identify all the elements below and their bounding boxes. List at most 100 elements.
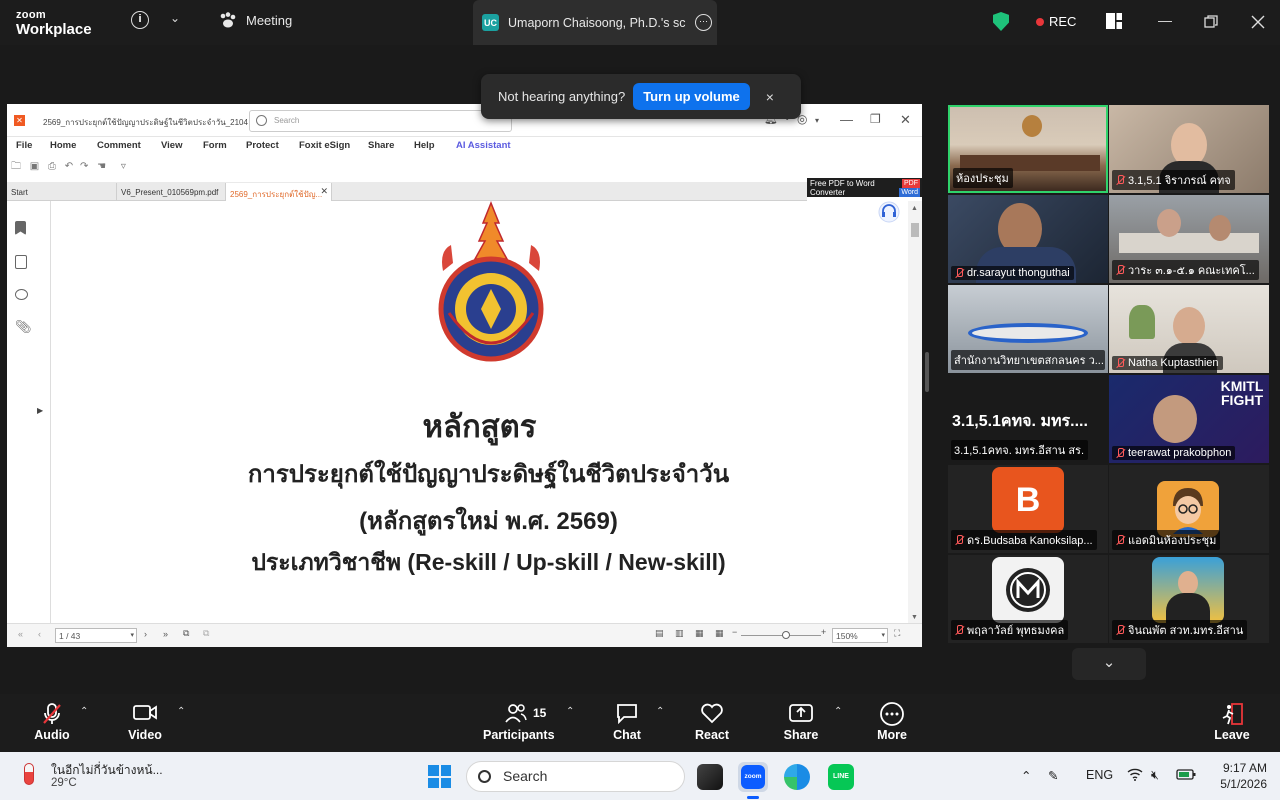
- zoom-slider-track[interactable]: [741, 635, 821, 636]
- account-caret-icon[interactable]: ▾: [815, 116, 819, 125]
- speaker-muted-icon[interactable]: 🔇︎: [1151, 768, 1159, 783]
- video-tile[interactable]: dr.sarayut thonguthai: [948, 195, 1108, 283]
- redo-icon[interactable]: ↷: [80, 161, 88, 172]
- video-tile[interactable]: พฤลาวัลย์ พุทธมงคล: [948, 555, 1108, 643]
- more-button[interactable]: More: [875, 702, 909, 742]
- zoom-slider-handle[interactable]: [782, 631, 790, 639]
- scroll-up-icon[interactable]: ▲: [911, 205, 918, 212]
- customize-caret-icon[interactable]: ▿: [121, 161, 126, 172]
- video-tile[interactable]: 3.1,5.1 จิราภรณ์ คทจ: [1109, 105, 1269, 193]
- tab-v6-present[interactable]: V6_Present_010569pm.pdf: [117, 183, 226, 201]
- print-icon[interactable]: ⎙: [48, 161, 56, 172]
- tab-start[interactable]: Start: [7, 183, 117, 201]
- video-tile[interactable]: สำนักงานวิทยาเขตสกลนคร ว...: [948, 285, 1108, 373]
- meeting-tab[interactable]: Meeting: [218, 12, 292, 28]
- scroll-down-icon[interactable]: ▼: [911, 614, 918, 621]
- video-tile[interactable]: B ดร.Budsaba Kanoksilap...: [948, 465, 1108, 553]
- wifi-icon[interactable]: [1127, 768, 1143, 784]
- pdf-search-box[interactable]: Search: [249, 110, 512, 132]
- windows-start-icon[interactable]: [428, 765, 451, 788]
- hand-tool-icon[interactable]: ☚: [97, 161, 106, 172]
- chat-button[interactable]: Chat: [610, 702, 644, 742]
- audio-button[interactable]: Audio: [33, 702, 71, 742]
- bookmark-icon[interactable]: [15, 221, 26, 235]
- share-caret-icon[interactable]: ⌃: [834, 706, 842, 717]
- close-window-icon[interactable]: [1251, 15, 1265, 29]
- comments-icon[interactable]: [15, 289, 28, 300]
- paste-icon[interactable]: ⧉: [203, 628, 209, 639]
- menu-view[interactable]: View: [161, 140, 182, 151]
- input-language[interactable]: ENG: [1086, 768, 1113, 782]
- participants-caret-icon[interactable]: ⌃: [566, 706, 574, 717]
- line-app-icon[interactable]: LINE: [828, 764, 854, 790]
- video-tile[interactable]: จินณพัต สวท.มทร.อีสาน: [1109, 555, 1269, 643]
- turn-up-volume-button[interactable]: Turn up volume: [633, 83, 750, 110]
- next-page-icon[interactable]: ›: [144, 629, 147, 639]
- menu-help[interactable]: Help: [414, 140, 435, 151]
- facing-view-icon[interactable]: ▦: [695, 628, 704, 639]
- video-button[interactable]: Video: [126, 702, 164, 742]
- share-button[interactable]: Share: [783, 702, 819, 742]
- menu-share[interactable]: Share: [368, 140, 394, 151]
- info-icon[interactable]: i: [131, 11, 149, 29]
- audio-options-caret-icon[interactable]: ⌃: [80, 706, 88, 717]
- video-tile[interactable]: วาระ ๓.๑-๕.๑ คณะเทคโ...: [1109, 195, 1269, 283]
- scrollbar-thumb[interactable]: [911, 223, 919, 237]
- tab-current-doc[interactable]: 2569_การประยุกต์ใช้ปัญ... ✕: [226, 183, 332, 201]
- security-shield-icon[interactable]: [993, 12, 1009, 31]
- participants-button[interactable]: 15 Participants: [483, 702, 555, 742]
- menu-file[interactable]: File: [16, 140, 32, 151]
- edge-browser-icon[interactable]: [784, 764, 810, 790]
- menu-protect[interactable]: Protect: [246, 140, 279, 151]
- language-pen-icon[interactable]: ✎: [1048, 768, 1058, 783]
- video-tile[interactable]: 3.1,5.1คทจ. มทร.... 3.1,5.1คทจ. มทร.อีสา…: [948, 375, 1108, 463]
- screen-share-tab[interactable]: UC Umaporn Chaisoong, Ph.D.'s scre ···: [473, 0, 717, 45]
- single-page-view-icon[interactable]: ▤: [655, 628, 664, 639]
- zoom-app-icon[interactable]: zoom: [738, 762, 768, 792]
- minimize-icon[interactable]: —: [1158, 12, 1172, 28]
- save-icon[interactable]: ▣: [30, 161, 39, 172]
- recording-indicator[interactable]: REC: [1036, 14, 1076, 29]
- video-tile[interactable]: KMITL FIGHT teerawat prakobphon: [1109, 375, 1269, 463]
- menu-form[interactable]: Form: [203, 140, 227, 151]
- pdf-restore-icon[interactable]: ❐: [870, 112, 881, 126]
- battery-icon[interactable]: [1176, 768, 1196, 783]
- chat-caret-icon[interactable]: ⌃: [656, 706, 664, 717]
- close-notification-icon[interactable]: ×: [766, 89, 774, 105]
- continuous-view-icon[interactable]: ▥: [675, 628, 684, 639]
- gallery-next-page-button[interactable]: ⌄: [1072, 648, 1146, 680]
- last-page-icon[interactable]: »: [163, 629, 168, 639]
- open-folder-icon[interactable]: 🗀︎: [11, 161, 21, 172]
- panel-expand-icon[interactable]: ▶: [37, 406, 43, 415]
- taskbar-search[interactable]: Search: [466, 761, 685, 792]
- video-tile[interactable]: แอดมินห้องประชุม: [1109, 465, 1269, 553]
- menu-foxit-esign[interactable]: Foxit eSign: [299, 140, 350, 151]
- prev-page-icon[interactable]: ‹: [38, 629, 41, 639]
- menu-comment[interactable]: Comment: [97, 140, 141, 151]
- page-number-field[interactable]: 1 / 43 ▾: [55, 628, 137, 643]
- attachment-icon[interactable]: 📎︎: [15, 319, 32, 335]
- zoom-dropdown-icon[interactable]: ▾: [881, 631, 885, 639]
- more-options-icon[interactable]: ···: [695, 14, 712, 31]
- video-options-caret-icon[interactable]: ⌃: [177, 706, 185, 717]
- zoom-level-field[interactable]: 150% ▾: [832, 628, 888, 643]
- menu-home[interactable]: Home: [50, 140, 76, 151]
- zoom-out-icon[interactable]: −: [732, 627, 737, 637]
- undo-icon[interactable]: ↶: [65, 161, 73, 172]
- headset-assistant-icon[interactable]: [877, 201, 901, 223]
- pages-icon[interactable]: [15, 255, 27, 269]
- continuous-facing-view-icon[interactable]: ▦: [715, 628, 724, 639]
- task-view-icon[interactable]: [697, 764, 723, 790]
- restore-icon[interactable]: [1204, 15, 1218, 29]
- copy-icon[interactable]: ⧉: [183, 628, 189, 639]
- react-button[interactable]: React: [694, 702, 730, 742]
- view-layout-icon[interactable]: [1105, 12, 1123, 30]
- menu-ai-assistant[interactable]: AI Assistant: [456, 140, 511, 151]
- system-clock[interactable]: 9:17 AM 5/1/2026: [1211, 760, 1267, 792]
- pdf-vertical-scrollbar[interactable]: ▼ ▲: [908, 201, 922, 623]
- pdf-minimize-icon[interactable]: —: [840, 112, 853, 127]
- video-tile[interactable]: Natha Kuptasthien: [1109, 285, 1269, 373]
- tab-close-icon[interactable]: ✕: [320, 186, 328, 197]
- fullscreen-icon[interactable]: ⛶: [894, 628, 900, 639]
- tray-overflow-chevron-icon[interactable]: ⌃: [1021, 768, 1031, 783]
